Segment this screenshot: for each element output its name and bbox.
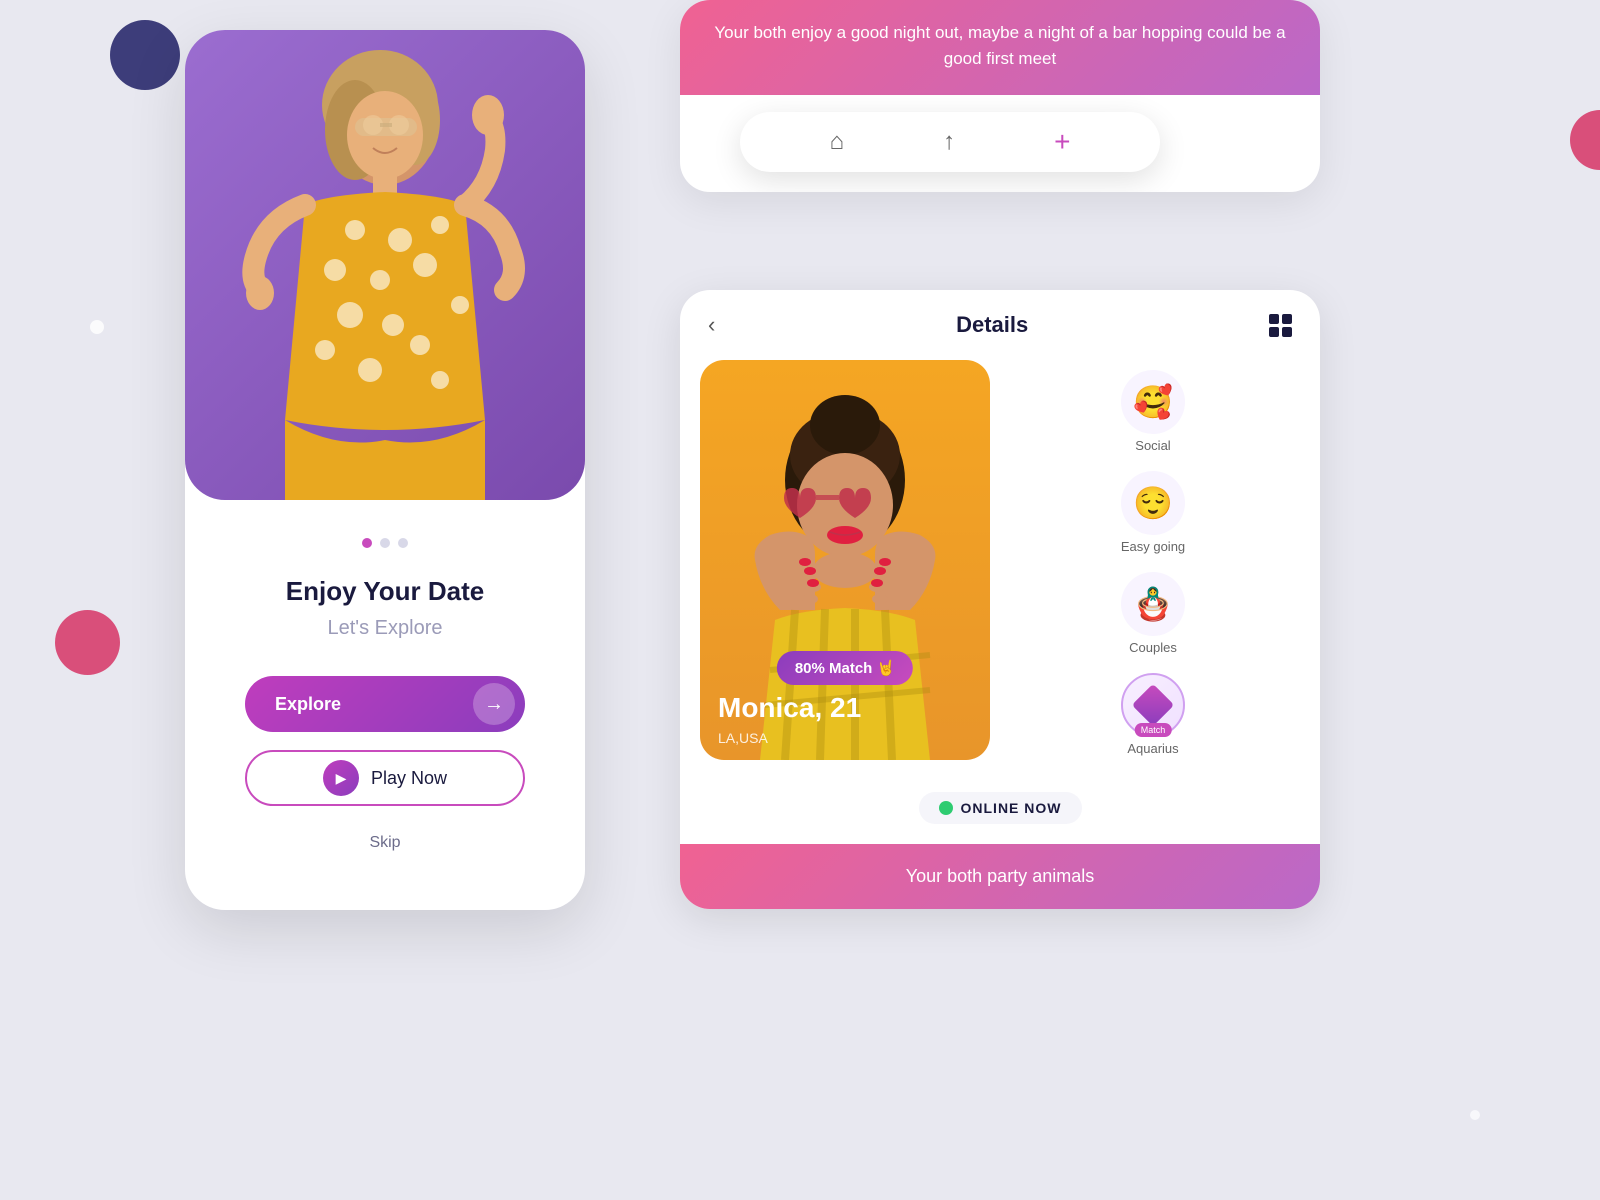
profile-location: LA,USA [718, 730, 768, 746]
details-card: ‹ Details [680, 290, 1320, 909]
share-nav-icon[interactable]: ↑ [943, 128, 955, 156]
bg-decoration-white-dot-3 [1470, 1110, 1480, 1120]
play-icon: ▶ [323, 760, 359, 796]
about-card: Your both enjoy a good night out, maybe … [680, 0, 1320, 192]
profile-name: Monica, 21 [718, 692, 861, 724]
trait-easygoing: 😌 Easy going [1121, 471, 1185, 554]
home-nav-icon[interactable]: ⌂ [830, 128, 845, 156]
party-animals-banner: Your both party animals [680, 844, 1320, 909]
online-text: ONLINE NOW [961, 800, 1062, 816]
explore-arrow-icon: → [473, 683, 515, 725]
social-emoji: 🥰 [1121, 370, 1185, 434]
trait-aquarius: Match Aquarius [1121, 673, 1185, 756]
bg-decoration-pink-circle-right [1570, 110, 1600, 170]
grid-view-icon[interactable] [1269, 314, 1292, 337]
online-badge: ONLINE NOW [919, 792, 1082, 824]
trait-social: 🥰 Social [1121, 370, 1185, 453]
couples-label: Couples [1129, 640, 1177, 655]
phone-hero-subtitle: Let's Explore [328, 617, 443, 640]
dot-2 [380, 538, 390, 548]
aquarius-circle: Match [1121, 673, 1185, 737]
trait-couples: 🪆 Couples [1121, 572, 1185, 655]
aquarius-match-badge: Match [1135, 723, 1172, 737]
personality-traits-sidebar: 🥰 Social 😌 Easy going 🪆 Couples Match [1006, 360, 1300, 760]
dot-1 [362, 538, 372, 548]
easygoing-emoji: 😌 [1121, 471, 1185, 535]
phone-card: Enjoy Your Date Let's Explore Explore → … [185, 30, 585, 910]
plus-nav-icon[interactable]: + [1054, 126, 1070, 158]
grid-dot-3 [1269, 327, 1279, 337]
right-section: Your both enjoy a good night out, maybe … [650, 0, 1350, 1200]
phone-content-area: Enjoy Your Date Let's Explore Explore → … [185, 500, 585, 910]
social-label: Social [1135, 438, 1170, 453]
compatibility-banner: Your both enjoy a good night out, maybe … [680, 0, 1320, 95]
match-text: 80% Match 🤘 [795, 660, 895, 677]
grid-dot-4 [1282, 327, 1292, 337]
bg-decoration-white-dot-1 [90, 320, 104, 334]
skip-link[interactable]: Skip [369, 834, 400, 852]
compatibility-text: Your both enjoy a good night out, maybe … [710, 20, 1290, 71]
woman-illustration [225, 40, 545, 500]
couples-emoji: 🪆 [1121, 572, 1185, 636]
easygoing-label: Easy going [1121, 539, 1185, 554]
play-now-label: Play Now [371, 768, 447, 789]
explore-button[interactable]: Explore → [245, 676, 525, 732]
photo-background [185, 30, 585, 500]
ios-navigation-bar: ⌂ ↑ + [740, 112, 1160, 172]
dot-3 [398, 538, 408, 548]
details-body: 80% Match 🤘 Monica, 21 LA,USA 🥰 Social 😌… [680, 360, 1320, 780]
back-button[interactable]: ‹ [708, 312, 715, 338]
grid-dot-2 [1282, 314, 1292, 324]
online-indicator [939, 801, 953, 815]
aquarius-diamond [1132, 684, 1174, 726]
details-title: Details [956, 312, 1028, 338]
phone-hero-title: Enjoy Your Date [286, 576, 484, 607]
play-now-button[interactable]: ▶ Play Now [245, 750, 525, 806]
aquarius-label: Aquarius [1127, 741, 1178, 756]
phone-hero-image [185, 30, 585, 500]
carousel-dots [362, 538, 408, 548]
details-header: ‹ Details [680, 290, 1320, 360]
party-animals-text: Your both party animals [710, 866, 1290, 887]
match-badge: 80% Match 🤘 [777, 651, 913, 685]
grid-dot-1 [1269, 314, 1279, 324]
explore-button-label: Explore [275, 694, 341, 715]
bg-decoration-dark-circle [110, 20, 180, 90]
online-status-row: ONLINE NOW [680, 784, 1320, 832]
bg-decoration-pink-circle-left [55, 610, 120, 675]
profile-image-container: 80% Match 🤘 Monica, 21 LA,USA [700, 360, 990, 760]
